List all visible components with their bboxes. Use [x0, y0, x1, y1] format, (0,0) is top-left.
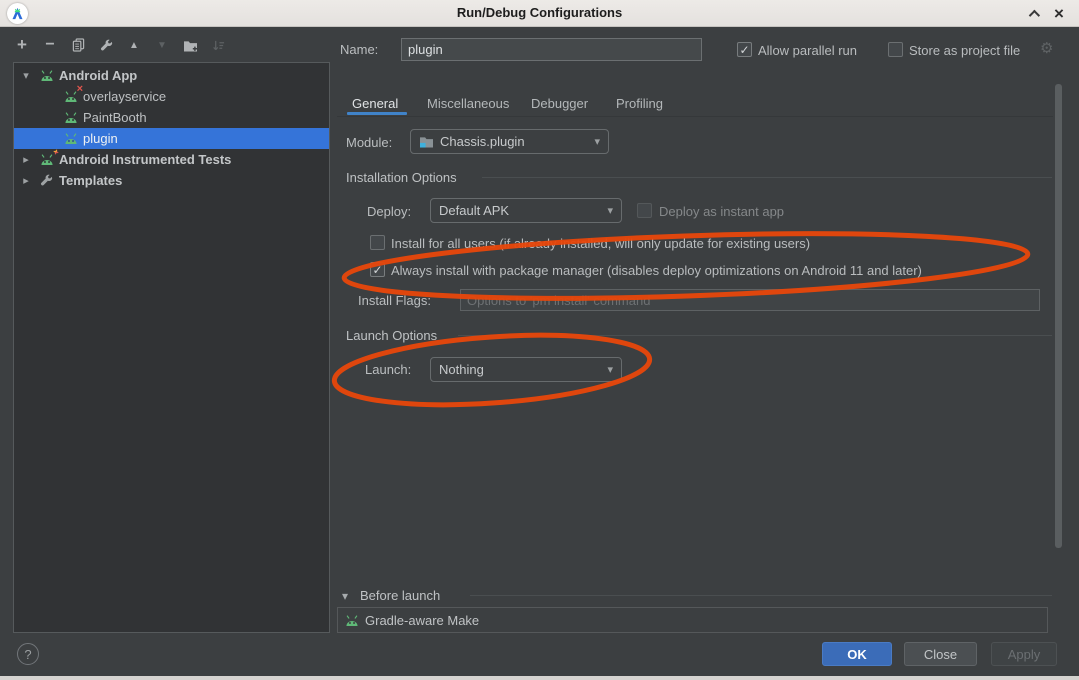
launch-label: Launch:	[365, 362, 411, 377]
dropdown-arrow-icon	[607, 204, 613, 217]
store-as-project-file-label[interactable]: Store as project file	[909, 43, 1020, 58]
module-folder-icon	[419, 135, 434, 148]
before-launch-task-gradle-aware-make[interactable]: Gradle-aware Make	[338, 608, 1047, 632]
before-launch-task-label: Gradle-aware Make	[365, 613, 479, 628]
install-flags-label: Install Flags:	[358, 293, 431, 308]
titlebar: Run/Debug Configurations ×	[0, 0, 1079, 27]
deploy-as-instant-app-label: Deploy as instant app	[659, 204, 784, 219]
section-divider	[458, 335, 1052, 336]
deploy-value: Default APK	[439, 203, 509, 218]
tree-item-label: PaintBooth	[83, 110, 147, 125]
tab-profiling[interactable]: Profiling	[616, 96, 663, 111]
selected-tab-underline	[347, 112, 407, 115]
section-divider	[470, 595, 1052, 596]
android-test-icon	[40, 153, 55, 166]
tree-item-label: overlayservice	[83, 89, 166, 104]
ok-button[interactable]: OK	[822, 642, 892, 666]
install-flags-input[interactable]	[460, 289, 1040, 311]
android-icon	[345, 614, 360, 627]
chevron-right-icon[interactable]	[20, 153, 32, 166]
install-for-all-users-checkbox[interactable]	[370, 235, 385, 250]
section-divider	[482, 177, 1052, 178]
allow-parallel-run-label[interactable]: Allow parallel run	[758, 43, 857, 58]
wrench-icon	[40, 174, 55, 187]
tab-separator	[337, 116, 1053, 117]
deploy-dropdown[interactable]: Default APK	[430, 198, 622, 223]
move-up-icon[interactable]	[126, 37, 142, 53]
configurations-toolbar	[14, 34, 226, 56]
move-down-icon[interactable]	[154, 37, 170, 53]
tab-miscellaneous[interactable]: Miscellaneous	[427, 96, 509, 111]
collapse-window-icon[interactable]	[1021, 0, 1045, 27]
module-dropdown[interactable]: Chassis.plugin	[410, 129, 609, 154]
tree-item-android-app[interactable]: Android App	[14, 65, 329, 86]
window-bottom-edge	[0, 676, 1079, 680]
collapse-section-icon[interactable]	[342, 589, 348, 603]
chevron-right-icon[interactable]	[20, 174, 32, 187]
tree-item-label: Templates	[59, 173, 122, 188]
tree-item-overlayservice[interactable]: overlayservice	[14, 86, 329, 107]
name-label: Name:	[340, 42, 378, 57]
tab-general[interactable]: General	[352, 96, 398, 111]
installation-options-title: Installation Options	[346, 170, 457, 185]
settings-gear-icon[interactable]: ⚙	[1040, 39, 1053, 57]
install-for-all-users-label[interactable]: Install for all users (if already instal…	[391, 236, 810, 251]
edit-wrench-icon[interactable]	[98, 37, 114, 53]
tree-item-label: Android Instrumented Tests	[59, 152, 231, 167]
launch-dropdown[interactable]: Nothing	[430, 357, 622, 382]
always-install-with-package-manager-label[interactable]: Always install with package manager (dis…	[391, 263, 922, 278]
tree-item-android-instrumented-tests[interactable]: Android Instrumented Tests	[14, 149, 329, 170]
tree-item-label: plugin	[83, 131, 118, 146]
new-folder-icon[interactable]	[182, 37, 198, 53]
close-button[interactable]: Close	[904, 642, 977, 666]
help-button[interactable]: ?	[17, 643, 39, 665]
android-icon	[40, 69, 55, 82]
allow-parallel-run-checkbox[interactable]	[737, 42, 752, 57]
tree-item-paintbooth[interactable]: PaintBooth	[14, 107, 329, 128]
vertical-scrollbar[interactable]	[1055, 84, 1062, 548]
module-label: Module:	[346, 135, 392, 150]
name-input[interactable]	[401, 38, 702, 61]
chevron-down-icon[interactable]	[20, 69, 32, 82]
before-launch-list: Gradle-aware Make	[337, 607, 1048, 633]
tree-item-label: Android App	[59, 68, 137, 83]
launch-options-title: Launch Options	[346, 328, 437, 343]
apply-button[interactable]: Apply	[991, 642, 1057, 666]
android-icon	[64, 132, 79, 145]
deploy-label: Deploy:	[367, 204, 411, 219]
add-icon[interactable]	[14, 37, 30, 53]
sort-alphabetically-icon[interactable]	[210, 37, 226, 53]
store-as-project-file-checkbox[interactable]	[888, 42, 903, 57]
copy-icon[interactable]	[70, 37, 86, 53]
tab-debugger[interactable]: Debugger	[531, 96, 588, 111]
close-window-icon[interactable]: ×	[1047, 0, 1071, 27]
run-debug-configurations-dialog: Run/Debug Configurations ×	[0, 0, 1079, 680]
android-error-icon	[64, 90, 79, 103]
launch-value: Nothing	[439, 362, 484, 377]
android-icon	[64, 111, 79, 124]
dialog-title: Run/Debug Configurations	[0, 0, 1079, 26]
remove-icon[interactable]	[42, 37, 58, 53]
always-install-with-package-manager-checkbox[interactable]	[370, 262, 385, 277]
tree-item-plugin-selected[interactable]: plugin	[14, 128, 329, 149]
configurations-tree: Android App overlayservice PaintBooth pl…	[13, 62, 330, 633]
dropdown-arrow-icon	[607, 363, 613, 376]
tree-item-templates[interactable]: Templates	[14, 170, 329, 191]
deploy-as-instant-app-checkbox[interactable]	[637, 203, 652, 218]
before-launch-title: Before launch	[360, 588, 440, 603]
dropdown-arrow-icon	[594, 135, 600, 148]
module-value: Chassis.plugin	[440, 134, 525, 149]
